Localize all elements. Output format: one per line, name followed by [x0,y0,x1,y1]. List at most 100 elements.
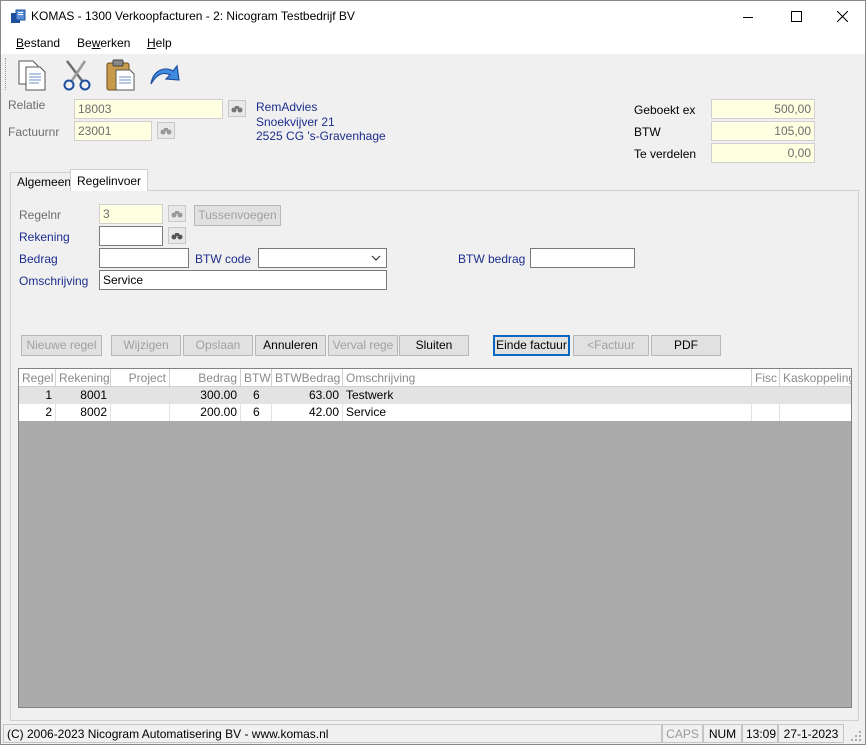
tussenvoegen-button[interactable]: Tussenvoegen [194,205,281,226]
omschrijving-field[interactable]: Service [99,270,387,290]
undo-button[interactable] [147,58,183,92]
table-row[interactable]: 2 8002 200.00 6 42.00 Service [19,404,851,421]
btw-bedrag-field[interactable] [530,248,635,268]
btw-total-label: BTW [634,125,661,139]
table-row[interactable]: 1 8001 300.00 6 63.00 Testwerk [19,387,851,404]
column-header-omschrijving[interactable]: Omschrijving [343,369,752,387]
column-header-btwbedrag[interactable]: BTWBedrag [272,369,343,387]
btw-code-select[interactable] [258,248,387,268]
omschrijving-label: Omschrijving [19,274,89,288]
app-icon [11,9,26,23]
table-cell: 2 [19,404,56,421]
binoculars-icon [171,232,183,239]
menu-bar: Bestand Bewerken Help [1,32,865,54]
previous-factuur-button[interactable]: <Factuur [573,335,649,356]
table-cell: 6 [241,404,272,421]
btw-code-label: BTW code [195,252,252,266]
factuurnr-label: Factuurnr [8,125,60,139]
column-header-regel[interactable]: Regel [19,369,56,387]
column-header-btw[interactable]: BTW [241,369,272,387]
column-header-bedrag[interactable]: Bedrag [170,369,241,387]
close-icon [836,11,848,22]
chevron-down-icon [371,255,381,261]
address-city: 2525 CG 's-Gravenhage [256,129,386,143]
rekening-lookup-button[interactable] [168,227,186,244]
te-verdelen-field: 0,00 [711,143,815,163]
table-cell: Service [343,404,752,421]
status-bar: (C) 2006-2023 Nicogram Automatisering BV… [1,723,865,744]
table-cell [752,404,780,421]
bedrag-field[interactable] [99,248,189,268]
opslaan-button[interactable]: Opslaan [183,335,253,356]
status-copyright: (C) 2006-2023 Nicogram Automatisering BV… [3,724,662,743]
menu-help[interactable]: Help [147,36,172,50]
column-header-fisc[interactable]: Fisc [752,369,780,387]
menu-bewerken[interactable]: Bewerken [77,36,130,50]
table-cell [111,404,170,421]
maximize-icon [790,11,802,22]
binoculars-icon [231,105,243,112]
tab-regelinvoer[interactable]: Regelinvoer [70,169,149,191]
bedrag-label: Bedrag [19,252,58,266]
regelnr-field[interactable]: 3 [99,204,163,224]
wijzigen-button[interactable]: Wijzigen [111,335,181,356]
geboekt-ex-field: 500,00 [711,99,815,119]
factuurnr-field[interactable]: 23001 [74,121,152,141]
table-cell: 200.00 [170,404,241,421]
table-cell [780,387,851,404]
relatie-lookup-button[interactable] [228,100,246,117]
relatie-field[interactable]: 18003 [74,99,223,119]
status-date: 27-1-2023 [778,724,844,743]
geboekt-ex-label: Geboekt ex [634,103,696,117]
address-name: RemAdvies [256,100,318,114]
minimize-icon [743,16,753,18]
address-street: Snoekvijver 21 [256,115,335,129]
regelnr-lookup-button[interactable] [168,205,186,222]
toolbar [1,54,865,96]
table-cell: 63.00 [272,387,343,404]
copy-button[interactable] [15,58,51,92]
status-time: 13:09 [742,724,778,743]
table-cell: 8002 [56,404,111,421]
te-verdelen-label: Te verdelen [634,147,697,161]
table-cell: 42.00 [272,404,343,421]
column-header-kaskoppeling[interactable]: Kaskoppeling [780,369,851,387]
resize-grip-icon[interactable] [850,730,862,742]
table-cell [780,404,851,421]
regelnr-label: Regelnr [19,208,62,222]
table-cell [752,387,780,404]
annuleren-button[interactable]: Annuleren [255,335,326,356]
column-header-rekening[interactable]: Rekening [56,369,111,387]
minimize-button[interactable] [725,1,771,32]
rekening-field[interactable] [99,226,163,246]
close-button[interactable] [819,1,865,32]
paste-icon [106,59,135,91]
einde-factuur-button[interactable]: Einde factuur [493,335,570,356]
paste-button[interactable] [103,58,139,92]
cut-button[interactable] [59,58,95,92]
tab-algemeen[interactable]: Algemeen [10,172,79,191]
verval-regel-button[interactable]: Verval rege [328,335,398,356]
rekening-label: Rekening [19,230,70,244]
binoculars-icon [171,210,183,217]
column-header-project[interactable]: Project [111,369,170,387]
invoice-lines-grid[interactable]: Regel Rekening Project Bedrag BTW BTWBed… [18,368,852,708]
copy-icon [18,60,46,91]
btw-bedrag-label: BTW bedrag [458,252,526,266]
sluiten-button[interactable]: Sluiten [399,335,469,356]
relatie-label: Relatie [8,98,46,112]
factuurnr-lookup-button[interactable] [157,122,175,139]
cut-icon [63,60,91,91]
undo-icon [150,64,180,85]
table-cell: 300.00 [170,387,241,404]
pdf-button[interactable]: PDF [651,335,721,356]
table-cell [111,387,170,404]
status-num: NUM [703,724,742,743]
maximize-button[interactable] [773,1,819,32]
table-cell: 8001 [56,387,111,404]
table-cell: Testwerk [343,387,752,404]
table-cell: 1 [19,387,56,404]
table-cell: 6 [241,387,272,404]
nieuwe-regel-button[interactable]: Nieuwe regel [21,335,102,356]
menu-bestand[interactable]: Bestand [16,36,60,50]
